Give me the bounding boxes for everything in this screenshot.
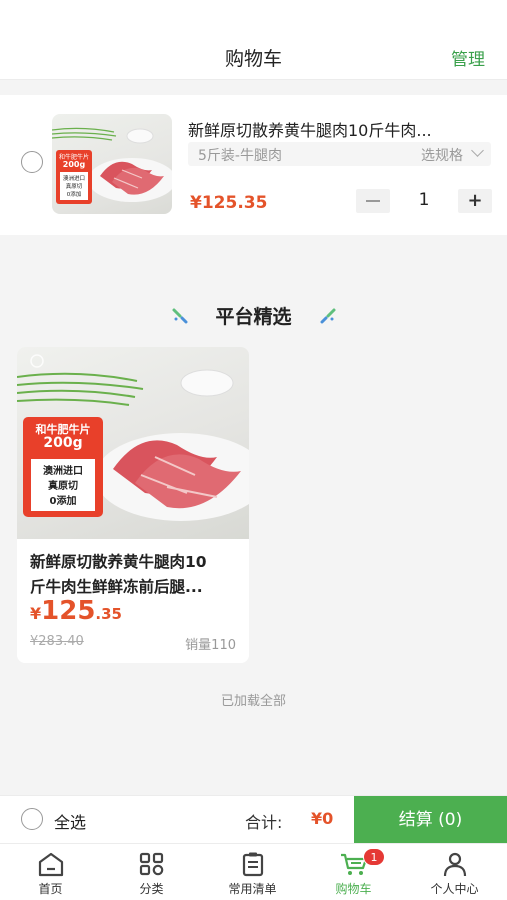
thumb-badge-line-3: 0添加: [66, 192, 82, 198]
thumb-badge-line-1: 澳洲进口: [62, 176, 85, 182]
tab-label-category: 分类: [139, 882, 164, 896]
product-thumbnail[interactable]: 和牛肥牛片 200g 澳洲进口 真原切 0添加: [52, 114, 172, 214]
tab-home[interactable]: 首页: [0, 844, 101, 900]
product-card[interactable]: 和牛肥牛片 200g 澳洲进口 真原切 0添加 新鲜原切散养黄牛腿肉10 斤牛肉…: [17, 347, 249, 663]
quantity-value[interactable]: 1: [404, 190, 444, 210]
cart-item-title[interactable]: 新鲜原切散养黄牛腿肉10斤牛肉...: [188, 117, 493, 141]
price-integer: 125: [41, 596, 96, 626]
product-card-title: 新鲜原切散养黄牛腿肉10 斤牛肉生鲜鲜冻前后腿...: [30, 550, 240, 600]
spec-select-label: 选规格: [421, 148, 463, 164]
settle-button[interactable]: 结算 (0): [354, 796, 507, 844]
select-all-label[interactable]: 全选: [54, 809, 86, 833]
tab-frequent-list[interactable]: 常用清单: [202, 844, 303, 900]
thumb-badge-line-2: 真原切: [65, 184, 83, 190]
price-currency: ¥: [30, 604, 42, 623]
product-title-line-1: 新鲜原切散养黄牛腿肉10: [30, 553, 207, 571]
decrease-quantity-button[interactable]: [356, 189, 390, 213]
increase-quantity-button[interactable]: +: [458, 189, 492, 213]
thumb-badge-weight: 200g: [62, 160, 86, 169]
cart-item: 和牛肥牛片 200g 澳洲进口 真原切 0添加 新鲜原切散养黄牛腿肉10斤牛肉.…: [0, 95, 507, 235]
bottom-tab-bar: 首页 分类 常用清单 1 购物车 个人中心: [0, 843, 507, 900]
item-price: ¥125.35: [190, 193, 268, 213]
tab-profile[interactable]: 个人中心: [404, 844, 505, 900]
item-select-radio[interactable]: [21, 151, 43, 173]
tab-label-cart: 购物车: [335, 882, 372, 896]
user-icon: [443, 852, 467, 877]
clipboard-list-icon: [242, 852, 264, 877]
card-badge-line-3: 0添加: [49, 496, 77, 507]
price-decimal: .35: [95, 605, 122, 623]
section-title: 平台精选: [215, 306, 292, 328]
tab-label-home: 首页: [38, 882, 63, 896]
tab-label-frequent-list: 常用清单: [228, 882, 277, 896]
sales-count: 销量110: [185, 638, 236, 653]
tab-label-profile: 个人中心: [430, 882, 479, 896]
select-all-radio[interactable]: [21, 808, 43, 830]
card-badge-line-1: 澳洲进口: [43, 466, 83, 477]
card-badge-line-2: 真原切: [48, 481, 78, 492]
card-badge-weight: 200g: [43, 435, 83, 451]
total-value: ¥0: [311, 809, 334, 828]
sparkle-right-icon: [320, 308, 336, 324]
total-label: 合计:: [245, 813, 283, 832]
loaded-all-text: 已加载全部: [220, 694, 286, 709]
product-price: ¥125.35: [30, 596, 122, 626]
category-grid-icon: [139, 852, 164, 876]
tab-category[interactable]: 分类: [101, 844, 202, 900]
manage-button[interactable]: 管理: [451, 45, 485, 70]
product-image: 和牛肥牛片 200g 澳洲进口 真原切 0添加: [17, 347, 249, 539]
cart-badge: 1: [363, 848, 385, 866]
spec-text: 5斤装-牛腿肉: [198, 148, 282, 164]
checkout-bar: 全选 合计: ¥0 结算 (0): [0, 795, 507, 844]
page-title: 购物车: [224, 48, 282, 70]
home-icon: [38, 852, 64, 877]
header-bar: 购物车 管理: [0, 0, 507, 80]
spec-selector[interactable]: 5斤装-牛腿肉 选规格: [188, 142, 491, 166]
original-price: ¥283.40: [30, 634, 84, 649]
chevron-down-icon: [471, 144, 484, 157]
tab-cart[interactable]: 1 购物车: [303, 844, 404, 900]
